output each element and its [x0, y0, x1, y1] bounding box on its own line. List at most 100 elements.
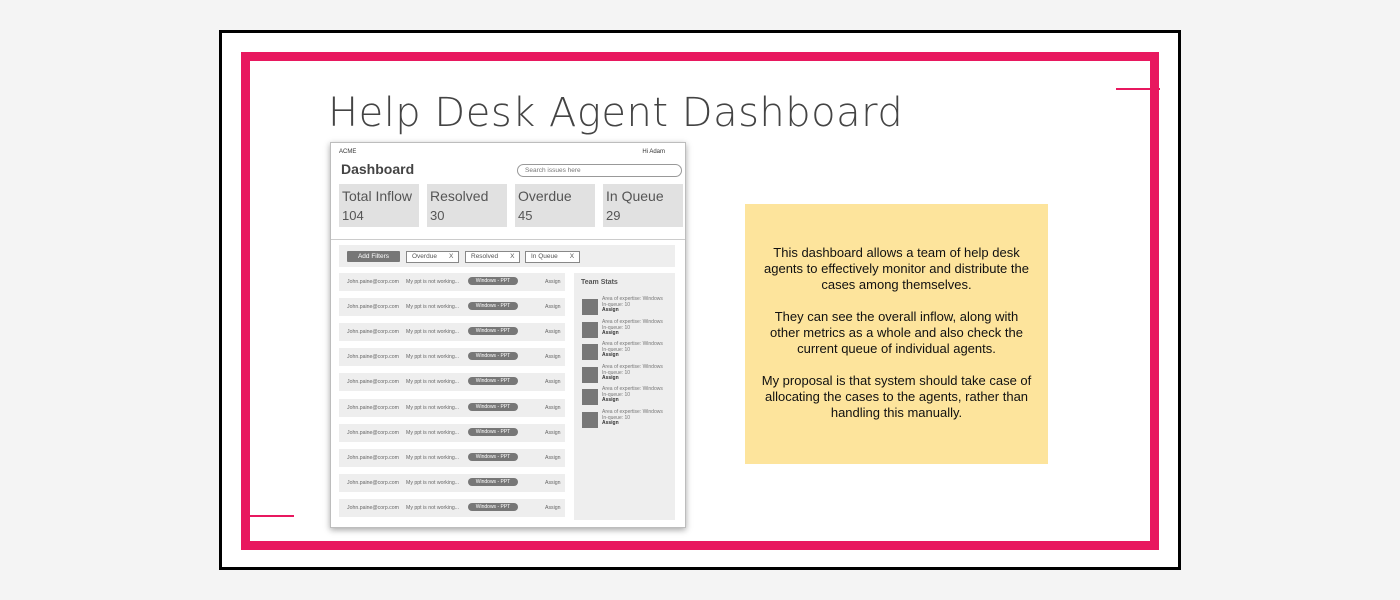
agent-assign-link[interactable]: Assign	[602, 420, 619, 426]
chip-label: In Queue	[531, 253, 558, 260]
stat-label: Overdue	[518, 188, 572, 204]
agent-avatar	[582, 412, 598, 428]
issue-email: John.paine@corp.com	[347, 430, 399, 436]
note-paragraph: My proposal is that system should take c…	[761, 373, 1032, 420]
agent-card[interactable]: Area of expertise: Windows In-queue: 10 …	[582, 319, 672, 338]
assign-link[interactable]: Assign	[545, 329, 561, 335]
agent-assign-link[interactable]: Assign	[602, 397, 619, 403]
chip-remove-icon[interactable]: X	[570, 252, 574, 262]
agent-card[interactable]: Area of expertise: Windows In-queue: 10 …	[582, 364, 672, 383]
issue-row[interactable]: John.paine@corp.com My ppt is not workin…	[339, 499, 565, 517]
add-filters-button[interactable]: Add Filters	[347, 251, 400, 262]
issue-tag: Windows - PPT	[468, 478, 518, 486]
issue-row[interactable]: John.paine@corp.com My ppt is not workin…	[339, 348, 565, 366]
assign-link[interactable]: Assign	[545, 354, 561, 360]
assign-link[interactable]: Assign	[545, 379, 561, 385]
stat-value: 30	[430, 208, 445, 223]
team-stats-panel: Team Stats Area of expertise: Windows In…	[574, 273, 675, 520]
assign-link[interactable]: Assign	[545, 480, 561, 486]
stat-label: In Queue	[606, 188, 664, 204]
stat-value: 104	[342, 208, 364, 223]
issue-tag: Windows - PPT	[468, 503, 518, 511]
issue-email: John.paine@corp.com	[347, 405, 399, 411]
agent-info: Area of expertise: Windows In-queue: 10 …	[602, 386, 663, 404]
issue-row[interactable]: John.paine@corp.com My ppt is not workin…	[339, 424, 565, 442]
chip-remove-icon[interactable]: X	[510, 252, 514, 262]
issue-row[interactable]: John.paine@corp.com My ppt is not workin…	[339, 273, 565, 291]
issue-email: John.paine@corp.com	[347, 279, 399, 285]
user-greeting[interactable]: Hi Adam	[642, 149, 665, 155]
agent-info: Area of expertise: Windows In-queue: 10 …	[602, 319, 663, 337]
agent-card[interactable]: Area of expertise: Windows In-queue: 10 …	[582, 409, 672, 428]
issue-tag: Windows - PPT	[468, 352, 518, 360]
search-input[interactable]: Search issues here	[517, 164, 682, 177]
issue-email: John.paine@corp.com	[347, 354, 399, 360]
issue-tag: Windows - PPT	[468, 277, 518, 285]
issue-tag: Windows - PPT	[468, 377, 518, 385]
filter-chip-resolved[interactable]: Resolved X	[465, 251, 521, 263]
issue-row[interactable]: John.paine@corp.com My ppt is not workin…	[339, 373, 565, 391]
stat-value: 29	[606, 208, 621, 223]
assign-link[interactable]: Assign	[545, 455, 561, 461]
note-paragraph: This dashboard allows a team of help des…	[764, 245, 1029, 292]
issue-row[interactable]: John.paine@corp.com My ppt is not workin…	[339, 474, 565, 492]
issue-row[interactable]: John.paine@corp.com My ppt is not workin…	[339, 323, 565, 341]
stat-label: Resolved	[430, 188, 489, 204]
agent-card[interactable]: Area of expertise: Windows In-queue: 10 …	[582, 386, 672, 405]
stat-card-resolved[interactable]: Resolved 30	[427, 184, 507, 227]
chip-label: Overdue	[412, 253, 437, 260]
filter-chip-in-queue[interactable]: In Queue X	[525, 251, 581, 263]
stat-label: Total Inflow	[342, 188, 413, 204]
dashboard-title: Dashboard	[341, 161, 415, 177]
issue-summary: My ppt is not working...	[406, 405, 460, 411]
chip-remove-icon[interactable]: X	[449, 252, 453, 262]
issue-row[interactable]: John.paine@corp.com My ppt is not workin…	[339, 399, 565, 417]
description-note: This dashboard allows a team of help des…	[745, 204, 1048, 464]
agent-avatar	[582, 389, 598, 405]
agent-card[interactable]: Area of expertise: Windows In-queue: 10 …	[582, 341, 672, 360]
issue-row[interactable]: John.paine@corp.com My ppt is not workin…	[339, 449, 565, 467]
issue-tag: Windows - PPT	[468, 428, 518, 436]
issue-summary: My ppt is not working...	[406, 430, 460, 436]
issue-tag: Windows - PPT	[468, 453, 518, 461]
agent-avatar	[582, 367, 598, 383]
stat-card-overdue[interactable]: Overdue 45	[515, 184, 595, 227]
assign-link[interactable]: Assign	[545, 505, 561, 511]
agent-assign-link[interactable]: Assign	[602, 352, 619, 358]
agent-avatar	[582, 344, 598, 360]
dashboard-wireframe: ACME Hi Adam Dashboard Search issues her…	[330, 142, 686, 528]
assign-link[interactable]: Assign	[545, 279, 561, 285]
assign-link[interactable]: Assign	[545, 304, 561, 310]
agent-assign-link[interactable]: Assign	[602, 375, 619, 381]
filter-chip-overdue[interactable]: Overdue X	[406, 251, 460, 263]
agent-avatar	[582, 322, 598, 338]
assign-link[interactable]: Assign	[545, 430, 561, 436]
agent-card[interactable]: Area of expertise: Windows In-queue: 10 …	[582, 296, 672, 315]
chip-label: Resolved	[471, 253, 499, 260]
issue-email: John.paine@corp.com	[347, 379, 399, 385]
stat-card-total-inflow[interactable]: Total Inflow 104	[339, 184, 419, 227]
assign-link[interactable]: Assign	[545, 405, 561, 411]
team-stats-title: Team Stats	[581, 279, 618, 286]
agent-info: Area of expertise: Windows In-queue: 10 …	[602, 341, 663, 359]
issue-summary: My ppt is not working...	[406, 354, 460, 360]
agent-info: Area of expertise: Windows In-queue: 10 …	[602, 409, 663, 427]
wireframe-header: ACME Hi Adam	[339, 149, 665, 155]
agent-info: Area of expertise: Windows In-queue: 10 …	[602, 296, 663, 314]
slide-border: Help Desk Agent Dashboard ACME Hi Adam D…	[241, 52, 1160, 550]
issue-summary: My ppt is not working...	[406, 379, 460, 385]
issue-email: John.paine@corp.com	[347, 505, 399, 511]
agent-assign-link[interactable]: Assign	[602, 307, 619, 313]
brand-logo[interactable]: ACME	[339, 149, 356, 155]
divider	[331, 239, 685, 240]
issue-row[interactable]: John.paine@corp.com My ppt is not workin…	[339, 298, 565, 316]
issue-tag: Windows - PPT	[468, 403, 518, 411]
issue-summary: My ppt is not working...	[406, 455, 460, 461]
issue-tag: Windows - PPT	[468, 302, 518, 310]
agent-assign-link[interactable]: Assign	[602, 330, 619, 336]
stat-value: 45	[518, 208, 533, 223]
slide-title: Help Desk Agent Dashboard	[328, 90, 904, 136]
issue-summary: My ppt is not working...	[406, 480, 460, 486]
stat-card-in-queue[interactable]: In Queue 29	[603, 184, 683, 227]
issue-summary: My ppt is not working...	[406, 304, 460, 310]
